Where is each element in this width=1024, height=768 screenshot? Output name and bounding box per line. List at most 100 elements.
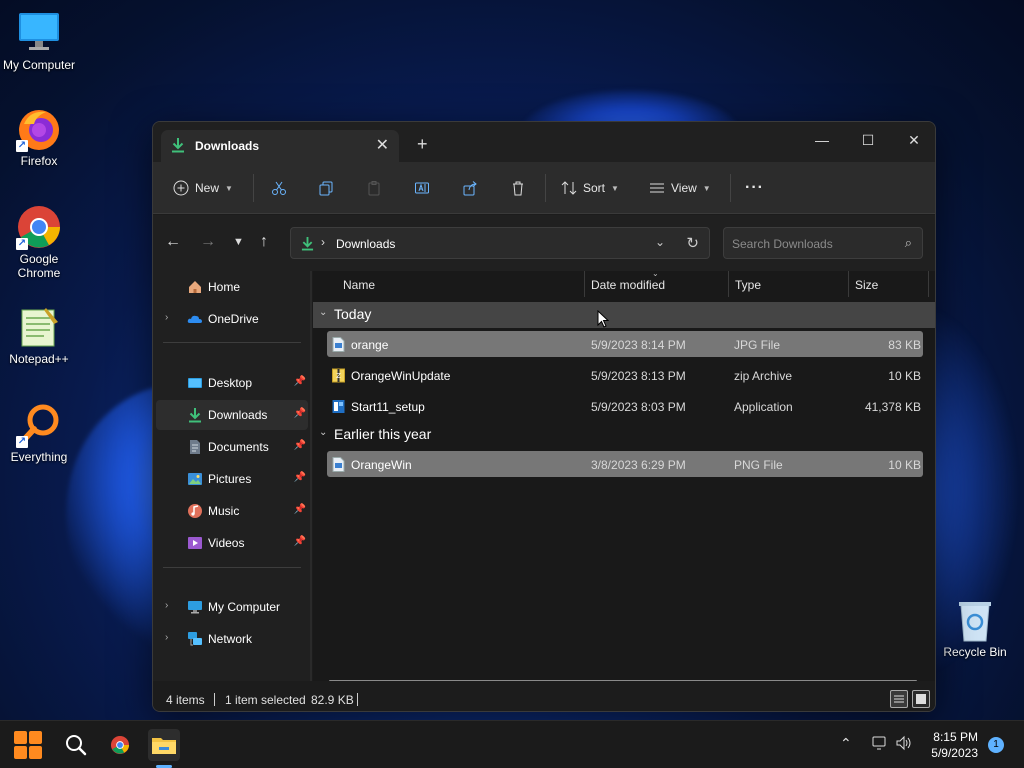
chrome-icon bbox=[110, 735, 130, 755]
details-view-button[interactable] bbox=[890, 690, 908, 708]
sidebar-item-videos[interactable]: Videos 📌 bbox=[156, 528, 308, 558]
file-row-orangewin[interactable]: OrangeWin 3/8/2023 6:29 PM PNG File 10 K… bbox=[327, 451, 923, 477]
svg-text:Z: Z bbox=[336, 372, 341, 380]
recent-locations-button[interactable]: ▼ bbox=[233, 236, 244, 248]
start-icon bbox=[14, 731, 42, 759]
address-row: ← → ▼ ↑ › Downloads ⌄ ↻ ⌕ bbox=[153, 215, 935, 271]
sidebar-item-desktop[interactable]: Desktop 📌 bbox=[156, 368, 308, 398]
back-button[interactable]: ← bbox=[165, 233, 181, 251]
sidebar-splitter[interactable] bbox=[310, 271, 312, 681]
tiles-view-button[interactable] bbox=[912, 690, 930, 708]
file-type: PNG File bbox=[734, 458, 783, 472]
chevron-right-icon[interactable]: › bbox=[165, 600, 168, 611]
chevron-right-icon[interactable]: › bbox=[165, 312, 168, 323]
shortcut-arrow-icon: ↗ bbox=[16, 436, 28, 448]
sidebar-item-downloads[interactable]: Downloads 📌 bbox=[156, 400, 308, 430]
address-history-dropdown[interactable]: ⌄ bbox=[655, 235, 665, 249]
chevron-down-icon: ▼ bbox=[611, 183, 619, 193]
share-icon bbox=[463, 181, 477, 196]
copy-button[interactable] bbox=[318, 176, 334, 200]
sidebar-item-label: Videos bbox=[208, 536, 245, 550]
volume-icon[interactable] bbox=[895, 735, 913, 754]
plus-circle-icon bbox=[173, 180, 189, 196]
new-button[interactable]: New ▼ bbox=[173, 176, 233, 200]
search-taskbar-button[interactable] bbox=[60, 729, 92, 761]
column-resize-handle[interactable] bbox=[728, 271, 729, 297]
sidebar-item-pictures[interactable]: Pictures 📌 bbox=[156, 464, 308, 494]
column-header-size[interactable]: Size bbox=[855, 278, 878, 292]
desktop-icon-my-computer[interactable]: My Computer bbox=[1, 10, 77, 72]
sidebar-item-music[interactable]: Music 📌 bbox=[156, 496, 308, 526]
shortcut-arrow-icon: ↗ bbox=[16, 238, 28, 250]
close-tab-button[interactable]: ✕ bbox=[376, 135, 389, 155]
paste-button[interactable] bbox=[366, 176, 382, 200]
sort-button[interactable]: Sort ▼ bbox=[561, 176, 619, 200]
search-input[interactable] bbox=[732, 234, 892, 254]
system-clock[interactable]: 8:15 PM 5/9/2023 bbox=[931, 729, 978, 761]
more-options-button[interactable]: ··· bbox=[745, 176, 764, 200]
minimize-button[interactable]: — bbox=[799, 126, 845, 154]
group-header-earlier-this-year[interactable]: ⌄ Earlier this year bbox=[313, 422, 935, 448]
up-button[interactable]: ↑ bbox=[260, 233, 268, 251]
column-resize-handle[interactable] bbox=[928, 271, 929, 297]
column-resize-handle[interactable] bbox=[584, 271, 585, 297]
sidebar-item-home[interactable]: Home bbox=[156, 272, 308, 302]
chrome-taskbar-button[interactable] bbox=[104, 729, 136, 761]
file-explorer-taskbar-button[interactable] bbox=[148, 729, 180, 761]
desktop-icon-firefox[interactable]: ↗ Firefox bbox=[1, 106, 77, 168]
chevron-down-icon: ⌄ bbox=[319, 307, 328, 318]
file-type: JPG File bbox=[734, 338, 781, 352]
sidebar-item-documents[interactable]: Documents 📌 bbox=[156, 432, 308, 462]
file-row-orange[interactable]: orange 5/9/2023 8:14 PM JPG File 83 KB bbox=[327, 331, 923, 357]
search-box[interactable]: ⌕ bbox=[723, 227, 923, 259]
file-row-start11-setup[interactable]: Start11_setup 5/9/2023 8:03 PM Applicati… bbox=[327, 393, 923, 419]
forward-button[interactable]: → bbox=[200, 233, 216, 251]
sidebar-item-my-computer[interactable]: › My Computer bbox=[156, 592, 308, 622]
cut-button[interactable] bbox=[271, 176, 287, 200]
taskbar: ⌃ 8:15 PM 5/9/2023 1 bbox=[0, 720, 1024, 768]
column-resize-handle[interactable] bbox=[848, 271, 849, 297]
breadcrumb-downloads[interactable]: Downloads bbox=[336, 237, 395, 251]
desktop-icon-notepadpp[interactable]: Notepad++ bbox=[1, 304, 77, 366]
address-bar[interactable]: › Downloads ⌄ ↻ bbox=[290, 227, 710, 259]
sidebar-item-onedrive[interactable]: › OneDrive bbox=[156, 304, 308, 334]
new-tab-button[interactable]: + bbox=[417, 134, 428, 155]
file-size: 10 KB bbox=[888, 369, 921, 383]
jpg-file-icon bbox=[332, 337, 345, 352]
group-header-today[interactable]: ⌄ Today bbox=[313, 302, 935, 328]
view-button[interactable]: View ▼ bbox=[649, 176, 711, 200]
title-bar[interactable]: Downloads ✕ + — ☐ ✕ bbox=[153, 122, 935, 162]
tab-downloads[interactable]: Downloads ✕ bbox=[161, 130, 399, 162]
show-hidden-icons-button[interactable]: ⌃ bbox=[840, 735, 852, 752]
delete-button[interactable] bbox=[510, 176, 526, 200]
clipboard-icon bbox=[368, 181, 380, 196]
network-status-icon[interactable] bbox=[872, 735, 888, 754]
tiles-view-icon bbox=[916, 694, 926, 704]
desktop-icon-recycle-bin[interactable]: Recycle Bin bbox=[937, 597, 1013, 659]
sidebar-item-network[interactable]: › Network bbox=[156, 624, 308, 654]
pin-icon: 📌 bbox=[293, 408, 306, 419]
close-window-button[interactable]: ✕ bbox=[891, 126, 935, 154]
refresh-button[interactable]: ↻ bbox=[686, 234, 699, 252]
desktop-icon-everything[interactable]: ↗ Everything bbox=[1, 402, 77, 464]
search-icon bbox=[66, 735, 87, 756]
column-header-date[interactable]: Date modified bbox=[591, 278, 665, 292]
start-button[interactable] bbox=[12, 729, 44, 761]
column-header-type[interactable]: Type bbox=[735, 278, 761, 292]
chevron-right-icon[interactable]: › bbox=[165, 632, 168, 643]
notification-badge[interactable]: 1 bbox=[988, 737, 1004, 753]
chevron-down-icon: ▼ bbox=[225, 183, 233, 193]
file-type: zip Archive bbox=[734, 369, 793, 383]
column-header-name[interactable]: Name bbox=[343, 278, 375, 292]
recycle-bin-icon bbox=[952, 597, 998, 643]
file-date: 5/9/2023 8:14 PM bbox=[591, 338, 686, 352]
desktop-icon-label: Notepad++ bbox=[9, 352, 69, 366]
sort-button-label: Sort bbox=[583, 181, 606, 195]
share-button[interactable] bbox=[462, 176, 478, 200]
sidebar-divider bbox=[163, 342, 301, 343]
rename-button[interactable] bbox=[414, 176, 430, 200]
desktop-icon-chrome[interactable]: ↗ Google Chrome bbox=[1, 204, 77, 280]
file-row-orangewinupdate[interactable]: Z OrangeWinUpdate 5/9/2023 8:13 PM zip A… bbox=[327, 362, 923, 388]
navigation-pane: Home › OneDrive Desktop 📌 Downloads 📌 Do… bbox=[153, 271, 311, 681]
maximize-button[interactable]: ☐ bbox=[845, 126, 891, 154]
